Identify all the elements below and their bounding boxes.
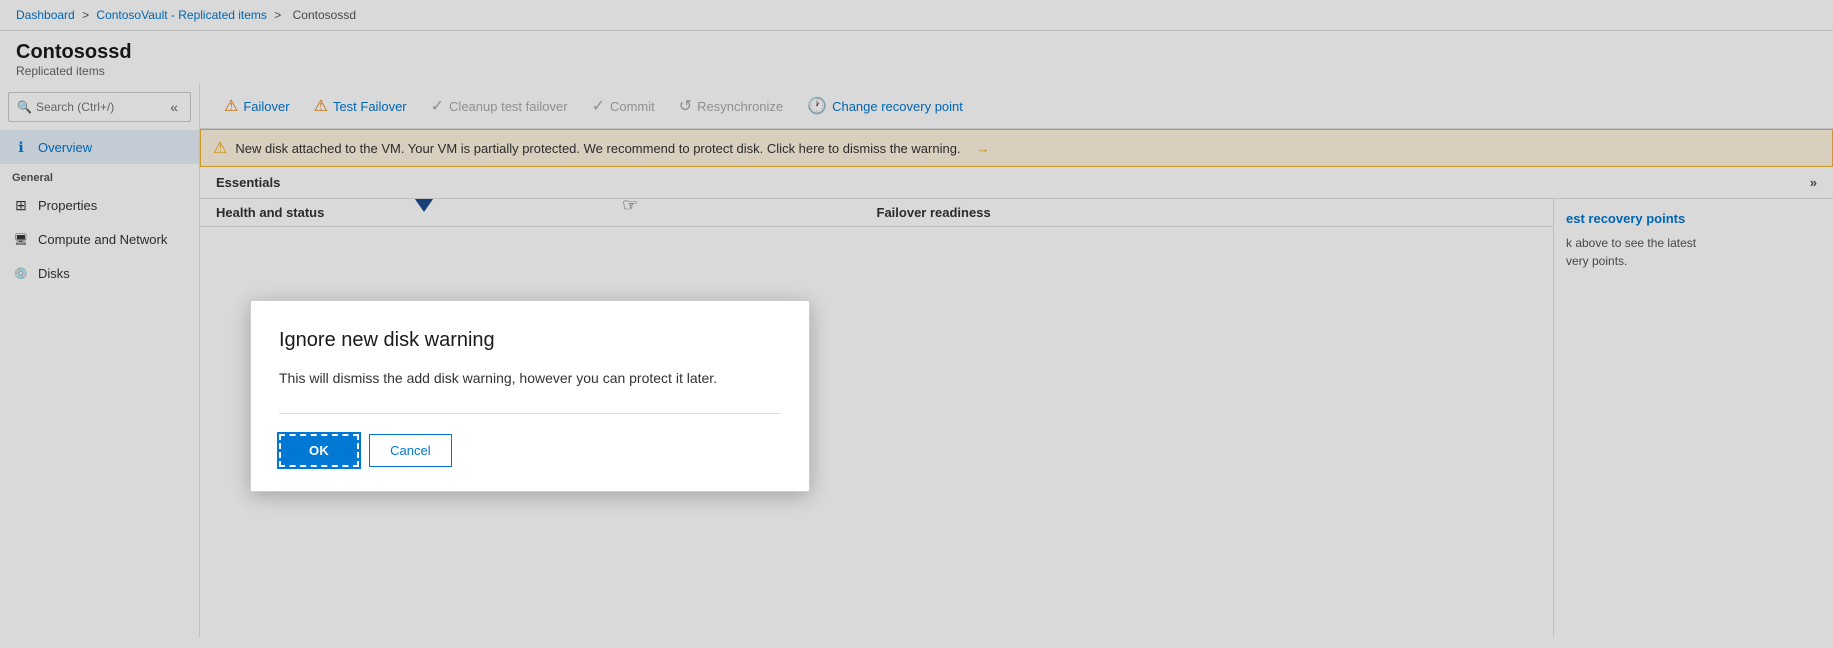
cancel-button[interactable]: Cancel xyxy=(369,434,451,467)
modal-divider xyxy=(279,413,781,414)
ok-button[interactable]: OK xyxy=(279,434,359,467)
modal-actions: OK Cancel xyxy=(279,434,781,467)
modal-overlay: Ignore new disk warning This will dismis… xyxy=(0,0,1833,648)
modal-dialog: Ignore new disk warning This will dismis… xyxy=(250,300,810,492)
modal-title: Ignore new disk warning xyxy=(279,329,781,352)
modal-body: This will dismiss the add disk warning, … xyxy=(279,368,781,389)
